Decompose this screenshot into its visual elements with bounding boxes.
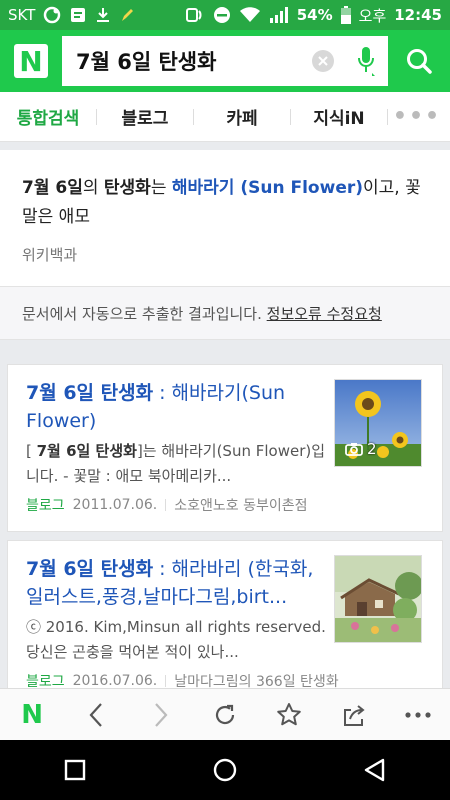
photo-count: 2: [367, 440, 377, 458]
forward-arrow-icon: [154, 702, 168, 727]
forward-button[interactable]: [133, 689, 189, 741]
painting-thumbnail-icon: [335, 556, 421, 642]
result-title[interactable]: 7월 6일 탄생화 : 해라바리 (한국화,일러스트,풍경,날마다그림,birt…: [26, 555, 326, 611]
search-button[interactable]: [388, 30, 450, 92]
answer-flower-link[interactable]: 해바라기 (Sun Flower): [172, 178, 363, 198]
result-snippet: [ 7월 6일 탄생화]는 해바라기(Sun Flower)입니다. - 꽃말 …: [26, 442, 326, 485]
clear-search-button[interactable]: [312, 50, 334, 72]
search-result-card[interactable]: 7월 6일 탄생화 : 해바라기(Sun Flower) [ 7월 6일 탄생화…: [7, 364, 443, 532]
knowledge-answer-card: 7월 6일의 탄생화는 해바라기 (Sun Flower)이고, 꽃말은 애모 …: [0, 150, 450, 286]
ampm-label: 오후: [358, 6, 387, 25]
carrier-label: SKT: [8, 6, 36, 24]
back-button[interactable]: [68, 689, 124, 741]
status-bar: SKT 54% 오후 12:45: [0, 0, 450, 30]
result-blog-name[interactable]: 소호앤노호 동부이촌점: [174, 495, 307, 515]
result-category: 블로그: [26, 498, 65, 514]
answer-particle: 의: [82, 178, 104, 198]
search-input[interactable]: 7월 6일 탄생화: [62, 36, 388, 86]
naver-logo-button[interactable]: N: [0, 30, 62, 92]
tab-integrated-search[interactable]: 통합검색: [0, 92, 96, 142]
nfc-icon: [185, 6, 205, 24]
pencil-icon: [119, 6, 135, 24]
home-button[interactable]: [197, 744, 253, 796]
more-dots-icon: [405, 711, 431, 718]
report-error-link[interactable]: 정보오류 수정요청: [267, 305, 382, 323]
recent-apps-icon: [64, 759, 86, 781]
naver-logo-icon: N: [14, 44, 48, 78]
answer-date: 7월 6일: [22, 178, 83, 198]
result-thumbnail[interactable]: [334, 555, 422, 643]
search-icon: [407, 49, 432, 74]
android-nav-bar: [0, 740, 450, 800]
signal-icon: [269, 6, 289, 24]
meta-divider: [165, 499, 167, 511]
share-icon: [343, 704, 365, 726]
result-date: 2011.07.06.: [72, 497, 158, 513]
clock: 12:45: [394, 6, 442, 24]
more-tabs-button[interactable]: •••: [388, 92, 446, 142]
wifi-icon: [239, 6, 261, 24]
voice-search-button[interactable]: [348, 36, 384, 86]
result-thumbnail[interactable]: 2: [334, 379, 422, 467]
answer-particle: 는: [150, 178, 172, 198]
share-button[interactable]: [326, 689, 382, 741]
message-app-icon: [69, 6, 87, 24]
search-query[interactable]: 7월 6일 탄생화: [76, 46, 312, 76]
app-notification-icon: [43, 6, 61, 24]
search-header: N 7월 6일 탄생화: [0, 30, 450, 92]
download-icon: [95, 6, 111, 24]
do-not-disturb-icon: [213, 6, 231, 24]
result-date: 2016.07.06.: [72, 673, 158, 689]
notice-text: 문서에서 자동으로 추출한 결과입니다.: [22, 305, 267, 323]
recent-apps-button[interactable]: [47, 744, 103, 796]
microphone-icon: [358, 47, 375, 76]
close-icon: [318, 56, 328, 66]
answer-source[interactable]: 위키백과: [22, 244, 428, 265]
bookmark-button[interactable]: [261, 689, 317, 741]
back-nav-button[interactable]: [347, 744, 403, 796]
tab-blog[interactable]: 블로그: [97, 92, 193, 142]
battery-icon: [340, 6, 351, 24]
result-title[interactable]: 7월 6일 탄생화 : 해바라기(Sun Flower): [26, 379, 326, 435]
battery-percent: 54%: [296, 6, 333, 24]
search-result-card[interactable]: 7월 6일 탄생화 : 해라바리 (한국화,일러스트,풍경,날마다그림,birt…: [7, 540, 443, 700]
back-triangle-icon: [364, 758, 385, 782]
naver-home-icon: N: [21, 699, 44, 730]
result-snippet: ⓒ 2016. Kim,Minsun all rights reserved. …: [26, 618, 326, 661]
result-meta: 블로그 2011.07.06. 소호앤노호 동부이촌점: [26, 495, 424, 515]
camera-icon: [345, 443, 363, 456]
photo-count-badge: 2: [345, 440, 377, 458]
more-menu-button[interactable]: [390, 689, 446, 741]
refresh-icon: [215, 704, 235, 724]
star-icon: [277, 702, 302, 725]
browser-toolbar: N: [0, 688, 450, 740]
tab-knowledge-in[interactable]: 지식iN: [291, 92, 387, 142]
meta-divider: [165, 675, 167, 687]
answer-text: 7월 6일의 탄생화는 해바라기 (Sun Flower)이고, 꽃말은 애모: [22, 174, 428, 232]
auto-extract-notice: 문서에서 자동으로 추출한 결과입니다. 정보오류 수정요청: [0, 286, 450, 340]
refresh-button[interactable]: [197, 689, 253, 741]
naver-home-button[interactable]: N: [4, 689, 60, 741]
back-arrow-icon: [89, 702, 103, 727]
home-circle-icon: [213, 758, 237, 782]
tab-cafe[interactable]: 카페: [194, 92, 290, 142]
search-tabs: 통합검색 블로그 카페 지식iN •••: [0, 92, 450, 142]
answer-topic: 탄생화: [103, 178, 151, 198]
